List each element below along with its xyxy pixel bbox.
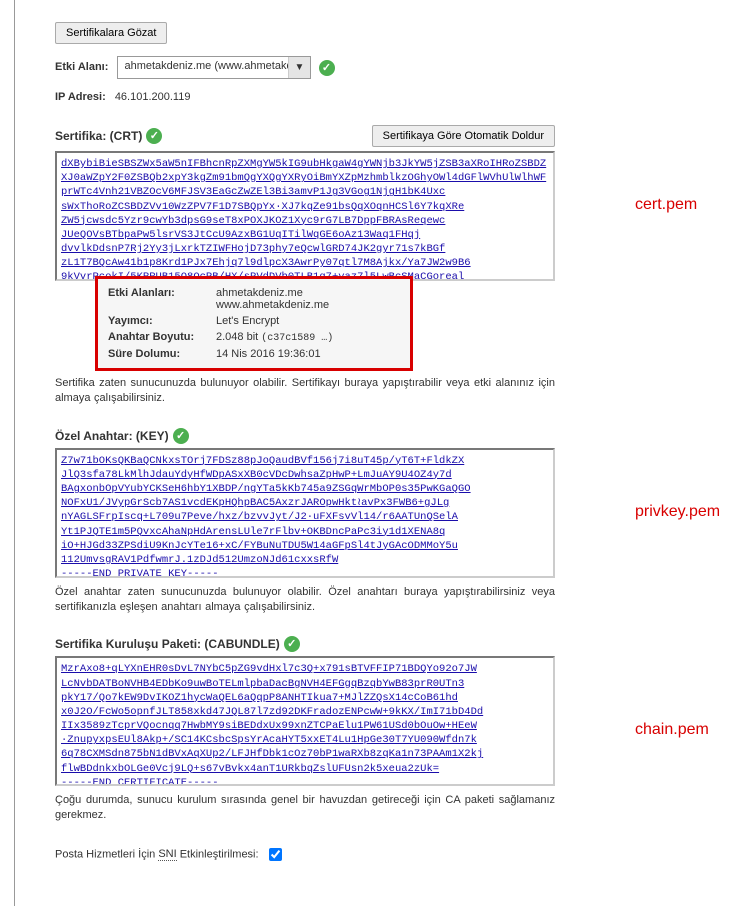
domain-select-value: ahmetakdeniz.me (www.ahmetakd xyxy=(118,57,310,75)
info-keysize-hash: (c37c1589 …) xyxy=(261,333,333,344)
ip-value: 46.101.200.119 xyxy=(115,91,191,103)
info-domains-label: Etki Alanları: xyxy=(108,287,216,311)
autofill-button[interactable]: Sertifikaya Göre Otomatik Doldur xyxy=(372,125,555,147)
info-expiry-value: 14 Nis 2016 19:36:01 xyxy=(216,348,400,360)
domain-select[interactable]: ahmetakdeniz.me (www.ahmetakd ▼ xyxy=(117,56,311,79)
annotation-chain: chain.pem xyxy=(635,721,709,739)
check-icon: ✓ xyxy=(146,128,162,144)
info-keysize-label: Anahtar Boyutu: xyxy=(108,331,216,344)
chevron-down-icon: ▼ xyxy=(288,57,311,78)
info-keysize-value: 2.048 bit xyxy=(216,331,258,343)
domain-label: Etki Alanı: xyxy=(55,61,108,73)
key-help: Özel anahtar zaten sunucunuzda bulunuyor… xyxy=(55,585,555,615)
browse-certificates-button[interactable]: Sertifikalara Gözat xyxy=(55,22,167,44)
cabundle-textarea[interactable] xyxy=(55,656,555,786)
key-title: Özel Anahtar: (KEY) xyxy=(55,429,169,443)
info-expiry-label: Süre Dolumu: xyxy=(108,348,216,360)
annotation-cert: cert.pem xyxy=(635,196,697,214)
check-icon: ✓ xyxy=(319,60,335,76)
sni-label-pre: Posta Hizmetleri İçin xyxy=(55,848,158,860)
check-icon: ✓ xyxy=(284,636,300,652)
crt-help: Sertifika zaten sunucunuzda bulunuyor ol… xyxy=(55,376,555,406)
certificate-info-box: Etki Alanları: ahmetakdeniz.me www.ahmet… xyxy=(95,276,413,371)
ip-label: IP Adresi: xyxy=(55,91,106,103)
cabundle-help: Çoğu durumda, sunucu kurulum sırasında g… xyxy=(55,793,555,823)
check-icon: ✓ xyxy=(173,428,189,444)
cabundle-title: Sertifika Kuruluşu Paketi: (CABUNDLE) xyxy=(55,637,280,651)
key-textarea[interactable] xyxy=(55,448,555,578)
info-domain-2: www.ahmetakdeniz.me xyxy=(216,299,329,311)
crt-textarea[interactable] xyxy=(55,151,555,281)
sni-label-abbr: SNI xyxy=(158,848,176,861)
info-issuer-value: Let's Encrypt xyxy=(216,315,400,327)
info-issuer-label: Yayımcı: xyxy=(108,315,216,327)
annotation-privkey: privkey.pem xyxy=(635,503,720,521)
info-domain-1: ahmetakdeniz.me xyxy=(216,287,303,299)
sni-checkbox[interactable] xyxy=(269,848,282,861)
crt-title: Sertifika: (CRT) xyxy=(55,129,142,143)
sni-label-post: Etkinleştirilmesi: xyxy=(177,848,259,860)
